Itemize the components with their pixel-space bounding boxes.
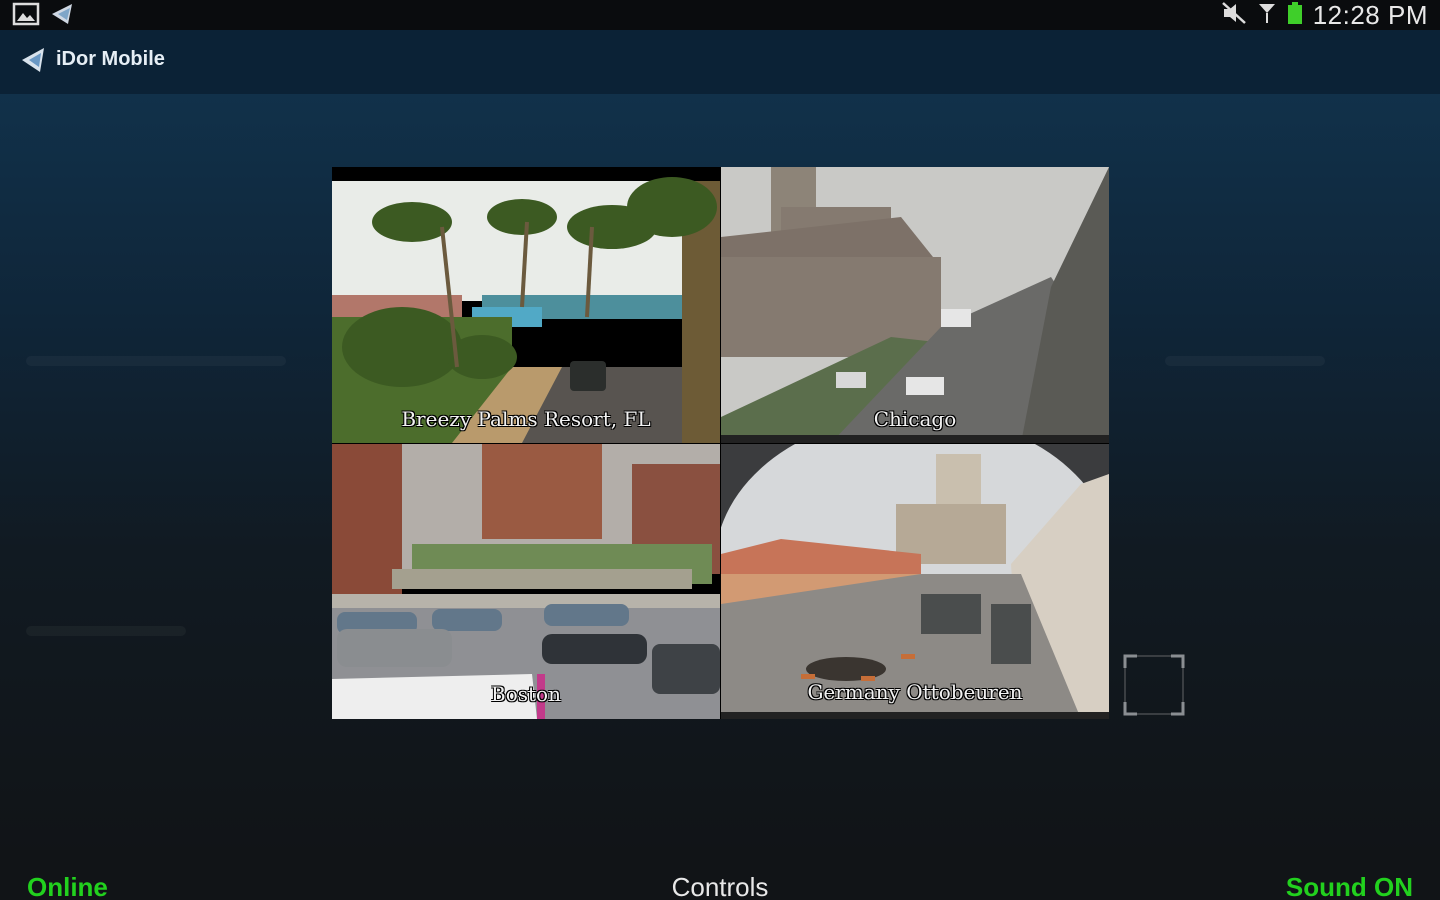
camera-image xyxy=(721,444,1109,719)
app-title: iDor Mobile xyxy=(56,48,165,70)
camera-view-chicago[interactable]: Chicago xyxy=(721,167,1109,443)
sound-toggle[interactable]: Sound ON xyxy=(1286,872,1413,900)
fullscreen-frame-icon xyxy=(1123,654,1185,716)
camera-grid: Breezy Palms Resort, FL Chicago Boston G… xyxy=(332,167,1109,719)
connection-status: Online xyxy=(27,872,108,900)
signal-icon xyxy=(1257,1,1277,30)
status-bar: 12:28 PM xyxy=(0,0,1440,30)
clock-time: 12:28 PM xyxy=(1312,0,1428,30)
controls-button[interactable]: Controls xyxy=(660,872,780,900)
camera-image xyxy=(721,167,1109,443)
camera-label: Chicago xyxy=(873,407,957,431)
background-row xyxy=(26,356,286,366)
mute-icon xyxy=(1221,1,1247,30)
camera-image xyxy=(332,444,720,719)
camera-label: Breezy Palms Resort, FL xyxy=(401,407,651,431)
idor-logo-icon[interactable] xyxy=(20,46,48,79)
camera-image xyxy=(332,167,720,443)
battery-icon xyxy=(1287,1,1303,30)
camera-label: Boston xyxy=(491,682,561,706)
idor-notification-icon xyxy=(50,2,76,31)
fullscreen-button[interactable] xyxy=(1123,654,1185,716)
gallery-icon xyxy=(12,2,40,31)
action-bar: iDor Mobile xyxy=(0,30,1440,94)
camera-view-boston[interactable]: Boston xyxy=(332,444,720,719)
camera-label: Germany Ottobeuren xyxy=(807,680,1023,704)
camera-view-germany-ottobeuren[interactable]: Germany Ottobeuren xyxy=(721,444,1109,719)
camera-view-breezy-palms[interactable]: Breezy Palms Resort, FL xyxy=(332,167,720,443)
background-row xyxy=(1165,356,1325,366)
background-row xyxy=(26,626,186,636)
